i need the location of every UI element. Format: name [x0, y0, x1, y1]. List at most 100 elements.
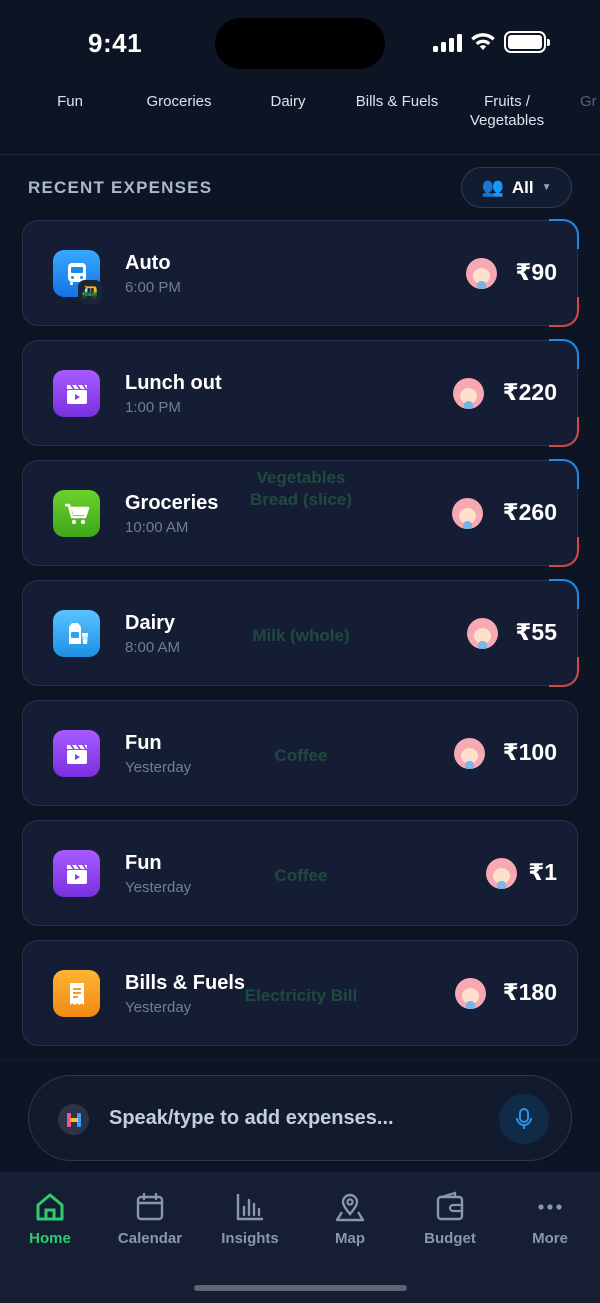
card-accent-top [549, 339, 579, 369]
tab-calendar[interactable]: Calendar [100, 1190, 200, 1247]
expense-card[interactable]: Bills & Fuels Yesterday Electricity Bill… [22, 940, 578, 1046]
category-bills-fuels[interactable]: Bills & Fuels [343, 92, 451, 111]
wifi-icon [471, 33, 495, 50]
receipt-icon [53, 970, 100, 1017]
microphone-button[interactable] [499, 1094, 549, 1144]
expense-amount: ₹180 [502, 979, 557, 1005]
expense-card[interactable]: Fun Yesterday Coffee ₹100 [22, 700, 578, 806]
expense-amount: ₹220 [502, 379, 557, 405]
expense-card[interactable]: Lunch out 1:00 PM ₹220 [22, 339, 579, 447]
cart-icon [53, 490, 100, 537]
card-accent-top [549, 579, 579, 609]
tab-label: Map [335, 1230, 365, 1247]
category-groceries[interactable]: Groceries [125, 92, 233, 111]
avatar [486, 858, 517, 889]
expense-time: Yesterday [125, 759, 192, 776]
card-accent-bottom [549, 417, 579, 447]
avatar [467, 618, 498, 649]
expense-note: Milk (whole) [252, 626, 350, 645]
expense-amount: ₹90 [515, 259, 557, 285]
expense-title: Fun [125, 732, 162, 754]
expense-amount: ₹1 [528, 859, 557, 885]
expense-amount: ₹55 [515, 619, 557, 645]
battery-icon [504, 31, 550, 53]
expense-time: 8:00 AM [125, 639, 181, 656]
tab-label: Budget [424, 1230, 476, 1247]
expense-time: 6:00 PM [125, 279, 181, 296]
clapperboard-icon [53, 370, 100, 417]
category-fruits-vegetables[interactable]: Fruits / Vegetables [452, 92, 562, 130]
expense-card[interactable]: Groceries 10:00 AM Vegetables Bread (sli… [22, 459, 579, 567]
tab-label: Calendar [117, 1230, 183, 1247]
avatar [466, 258, 497, 289]
tab-more[interactable]: More [500, 1190, 600, 1247]
tab-label: Insights [221, 1230, 279, 1247]
category-fruits-vegetables-label: Fruits / Vegetables [469, 93, 545, 129]
status-bar: 9:41 [0, 0, 600, 80]
auto-rickshaw-icon: 🛺 [78, 280, 102, 304]
tab-label: Home [29, 1230, 71, 1247]
expense-amount: ₹100 [502, 739, 557, 765]
expense-input-placeholder: Speak/type to add expenses... [109, 1107, 394, 1129]
tab-budget[interactable]: Budget [400, 1190, 500, 1247]
more-icon [538, 1204, 562, 1210]
insights-icon [236, 1194, 263, 1221]
tab-home[interactable]: Home [0, 1190, 100, 1247]
expense-title: Dairy [125, 612, 176, 634]
expense-title: Fun [125, 852, 162, 874]
calendar-icon [136, 1192, 164, 1221]
expense-title: Lunch out [125, 372, 222, 394]
expense-amount: ₹260 [502, 499, 557, 525]
avatar [454, 738, 485, 769]
expense-title: Groceries [125, 492, 219, 514]
expense-note: Coffee [274, 866, 328, 885]
category-strip: Fun Groceries Dairy Bills & Fuels Fruits… [0, 80, 600, 155]
member-filter-dropdown[interactable]: 👥 All ▼ [461, 167, 572, 208]
people-icon: 👥 [481, 177, 504, 197]
category-gr-partial[interactable]: Gr [552, 92, 600, 111]
card-accent-top [549, 459, 579, 489]
app-logo-icon [58, 1104, 89, 1135]
map-pin-icon [335, 1193, 365, 1222]
expense-note: Electricity Bill [244, 986, 358, 1005]
expense-time: Yesterday [125, 999, 192, 1016]
caret-down-icon: ▼ [541, 182, 552, 193]
avatar [453, 378, 484, 409]
expense-note: Vegetables Bread (slice) [249, 468, 353, 509]
home-indicator [194, 1285, 407, 1291]
filter-label: All [511, 177, 534, 197]
category-dairy[interactable]: Dairy [234, 92, 342, 111]
avatar [452, 498, 483, 529]
clapperboard-icon [53, 730, 100, 777]
category-fun[interactable]: Fun [16, 92, 124, 111]
tab-label: More [532, 1230, 568, 1247]
tab-insights[interactable]: Insights [200, 1190, 300, 1247]
expense-note: Coffee [274, 746, 328, 765]
card-accent-bottom [549, 657, 579, 687]
expense-card[interactable]: Dairy 8:00 AM Milk (whole) ₹55 [22, 579, 579, 687]
tab-bar: Home Calendar Insights Map Budget More [0, 1172, 600, 1303]
expense-time: 1:00 PM [125, 399, 181, 416]
expense-card[interactable]: 🛺 Auto 6:00 PM ₹90 [22, 219, 579, 327]
avatar [455, 978, 486, 1009]
card-accent-bottom [549, 537, 579, 567]
status-time: 9:41 [88, 28, 143, 58]
card-accent-top [549, 219, 579, 249]
microphone-icon [516, 1108, 532, 1129]
composer-area: Speak/type to add expenses... [0, 1060, 600, 1172]
tab-map[interactable]: Map [300, 1190, 400, 1247]
cellular-signal-icon [433, 32, 462, 52]
dynamic-island [215, 18, 385, 69]
expense-input[interactable]: Speak/type to add expenses... [28, 1075, 572, 1161]
wallet-icon [436, 1191, 464, 1221]
expense-card[interactable]: Fun Yesterday Coffee ₹1 [22, 820, 578, 926]
clapperboard-icon [53, 850, 100, 897]
expense-time: 10:00 AM [125, 519, 189, 536]
section-title: RECENT EXPENSES [28, 178, 213, 197]
milk-icon [53, 610, 100, 657]
card-accent-bottom [549, 297, 579, 327]
expense-time: Yesterday [125, 879, 192, 896]
home-icon [36, 1193, 64, 1221]
status-icons [433, 31, 550, 53]
expense-title: Auto [125, 252, 171, 274]
